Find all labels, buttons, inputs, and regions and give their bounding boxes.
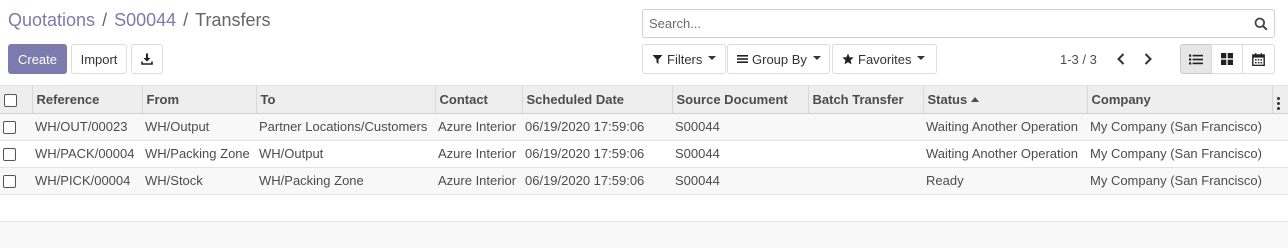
search-box (642, 9, 1275, 38)
cell-batch-transfer (808, 113, 923, 141)
bars-icon (737, 54, 748, 64)
cell-status: Waiting Another Operation (923, 140, 1087, 168)
status-header-label: Status (927, 91, 968, 107)
cell-reference: WH/PICK/00004 (32, 167, 142, 195)
row-select-cell (0, 167, 32, 195)
cell-scheduled-date: 06/19/2020 17:59:06 (522, 140, 672, 168)
column-header-reference[interactable]: Reference (32, 86, 143, 114)
cell-spacer (1272, 113, 1288, 141)
pager-next-button[interactable] (1141, 50, 1155, 68)
cell-reference: WH/OUT/00023 (32, 113, 142, 141)
calendar-view-button[interactable] (1242, 44, 1275, 74)
cell-company: My Company (San Francisco) (1087, 140, 1272, 168)
select-all-cell (0, 86, 33, 114)
favorites-button[interactable]: Favorites (832, 44, 937, 74)
kanban-icon (1221, 53, 1233, 65)
filters-label: Filters (667, 51, 703, 67)
breadcrumb-separator: / (102, 10, 108, 30)
table-row[interactable]: WH/OUT/00023 WH/Output Partner Locations… (0, 113, 1288, 141)
table-row[interactable]: WH/PACK/00004 WH/Packing Zone WH/Output … (0, 140, 1288, 168)
cell-spacer (1272, 167, 1288, 195)
chevron-left-icon (1117, 53, 1125, 65)
cell-spacer (1272, 140, 1288, 168)
download-button[interactable] (131, 44, 163, 74)
row-checkbox[interactable] (3, 121, 16, 135)
cell-from: WH/Stock (142, 167, 256, 195)
select-all-checkbox[interactable] (4, 93, 17, 107)
import-button[interactable]: Import (71, 44, 127, 74)
column-header-scheduled-date[interactable]: Scheduled Date (522, 86, 673, 114)
row-select-cell (0, 113, 32, 141)
cell-contact: Azure Interior (435, 167, 522, 195)
column-header-status[interactable]: Status (923, 86, 1088, 114)
column-header-source-document[interactable]: Source Document (672, 86, 809, 114)
cell-contact: Azure Interior (435, 140, 522, 168)
chevron-right-icon (1144, 53, 1152, 65)
cell-scheduled-date: 06/19/2020 17:59:06 (522, 167, 672, 195)
cell-scheduled-date: 06/19/2020 17:59:06 (522, 113, 672, 141)
list-footer (0, 221, 1288, 248)
star-icon (842, 53, 854, 65)
cell-status: Waiting Another Operation (923, 113, 1087, 141)
search-input[interactable] (643, 10, 1274, 37)
cell-from: WH/Output (142, 113, 256, 141)
table-row[interactable]: WH/PICK/00004 WH/Stock WH/Packing Zone A… (0, 167, 1288, 195)
filters-button[interactable]: Filters (642, 44, 726, 74)
cell-contact: Azure Interior (435, 113, 522, 141)
row-checkbox[interactable] (3, 175, 16, 189)
cell-source-document: S00044 (672, 167, 808, 195)
favorites-label: Favorites (858, 51, 912, 67)
breadcrumb-separator: / (183, 10, 189, 30)
cell-source-document: S00044 (672, 113, 808, 141)
breadcrumb-quotations[interactable]: Quotations (8, 10, 95, 30)
page-title: Transfers (195, 10, 271, 30)
breadcrumb: Quotations / S00044 / Transfers (8, 10, 271, 31)
caret-down-icon (708, 56, 717, 60)
cell-reference: WH/PACK/00004 (32, 140, 142, 168)
ellipsis-vertical-icon (1276, 97, 1280, 111)
filter-icon (652, 54, 663, 65)
column-header-company[interactable]: Company (1087, 86, 1273, 114)
list-view-button[interactable] (1180, 44, 1212, 74)
group-by-label: Group By (752, 51, 807, 67)
cell-source-document: S00044 (672, 140, 808, 168)
row-checkbox[interactable] (3, 148, 16, 162)
column-header-contact[interactable]: Contact (435, 86, 523, 114)
kanban-view-button[interactable] (1211, 44, 1243, 74)
cell-to: Partner Locations/Customers (256, 113, 435, 141)
breadcrumb-sale-order[interactable]: S00044 (114, 10, 176, 30)
pager-value[interactable]: 1-3 / 3 (1060, 52, 1097, 67)
transfers-table: Reference From To Contact Scheduled Date… (0, 86, 1288, 195)
optional-columns-toggle[interactable] (1272, 86, 1288, 114)
group-by-button[interactable]: Group By (727, 44, 830, 74)
column-header-from[interactable]: From (142, 86, 257, 114)
cell-from: WH/Packing Zone (142, 140, 256, 168)
row-select-cell (0, 140, 32, 168)
table-header-row: Reference From To Contact Scheduled Date… (0, 86, 1288, 114)
caret-down-icon (917, 56, 926, 60)
list-icon (1189, 54, 1203, 64)
pager-previous-button[interactable] (1114, 50, 1128, 68)
caret-down-icon (812, 56, 821, 60)
cell-to: WH/Packing Zone (256, 167, 435, 195)
cell-status: Ready (923, 167, 1087, 195)
create-button[interactable]: Create (8, 44, 67, 74)
cell-batch-transfer (808, 140, 923, 168)
download-icon (141, 53, 153, 65)
search-icon[interactable] (1254, 17, 1268, 31)
column-header-to[interactable]: To (256, 86, 436, 114)
cell-company: My Company (San Francisco) (1087, 167, 1272, 195)
sort-ascending-icon (971, 96, 980, 102)
column-header-batch-transfer[interactable]: Batch Transfer (808, 86, 924, 114)
calendar-icon (1252, 52, 1265, 66)
cell-batch-transfer (808, 167, 923, 195)
cell-to: WH/Output (256, 140, 435, 168)
cell-company: My Company (San Francisco) (1087, 113, 1272, 141)
